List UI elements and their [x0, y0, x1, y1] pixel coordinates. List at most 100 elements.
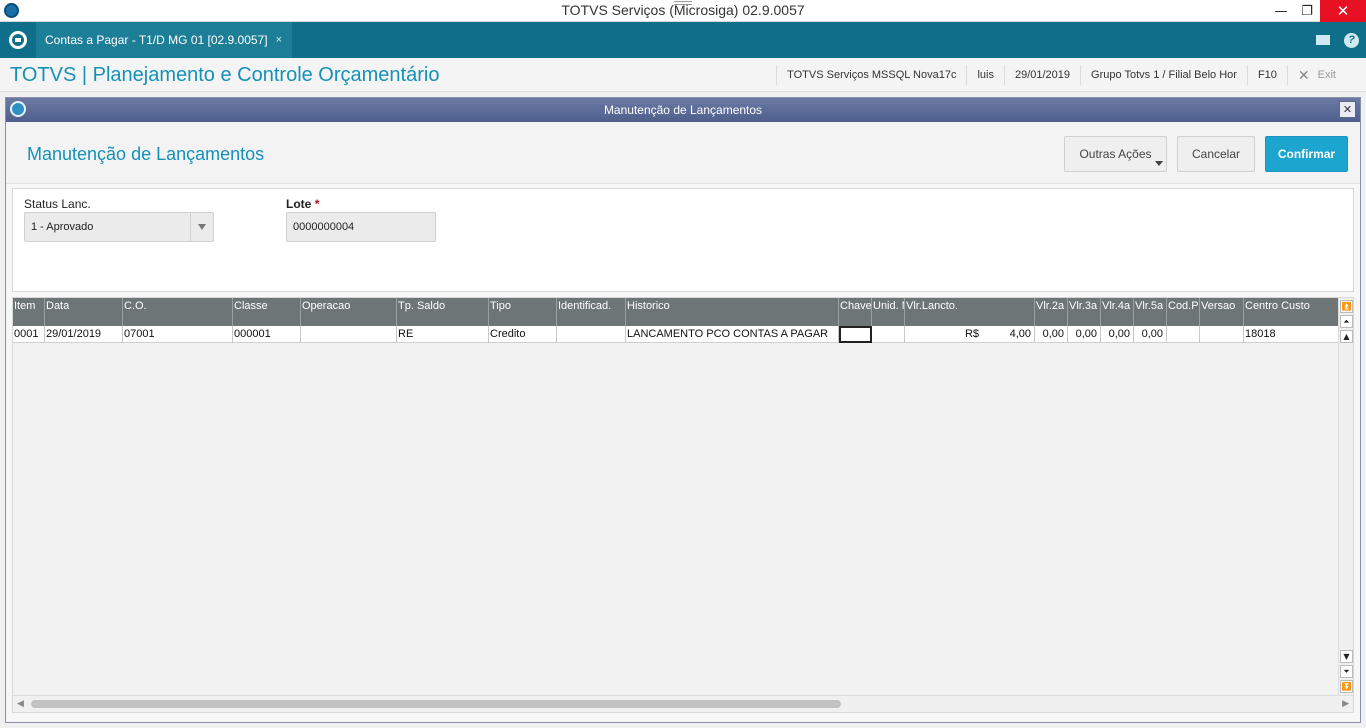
col-header[interactable]: Vlr.5a: [1134, 298, 1167, 326]
mail-icon: [1315, 35, 1330, 45]
dialog-manutencao-lancamentos: Manutenção de Lançamentos ✕ Manutenção d…: [5, 97, 1361, 723]
cell-co[interactable]: 07001: [123, 326, 233, 343]
exit-icon: ✕: [1297, 66, 1310, 83]
mail-button[interactable]: [1308, 22, 1337, 58]
app-header: TOTVS | Planejamento e Controle Orçament…: [0, 58, 1366, 92]
lancamentos-grid[interactable]: Item Data C.O. Classe Operacao Tp. Saldo…: [12, 297, 1354, 713]
window-controls: — ❐ ✕: [1268, 0, 1366, 22]
cell-versao[interactable]: [1200, 326, 1244, 343]
col-header[interactable]: Operacao: [301, 298, 397, 326]
horizontal-scroll-thumb[interactable]: [31, 700, 841, 708]
col-header[interactable]: C.O.: [123, 298, 233, 326]
cell-historico[interactable]: LANCAMENTO PCO CONTAS A PAGAR: [626, 326, 839, 343]
dialog-close-button[interactable]: ✕: [1339, 101, 1356, 118]
col-header[interactable]: Vlr.4a: [1101, 298, 1134, 326]
cell-data[interactable]: 29/01/2019: [45, 326, 123, 343]
dropdown-arrow[interactable]: [190, 213, 213, 241]
col-header[interactable]: Vlr.Lancto.: [905, 298, 1035, 326]
scroll-top-icon[interactable]: ⏫: [1340, 300, 1353, 313]
cell-tipo[interactable]: Credito: [489, 326, 557, 343]
col-header[interactable]: Versao: [1200, 298, 1244, 326]
scroll-bottom-icon[interactable]: ⏬: [1340, 680, 1353, 693]
app-tabbar: Contas a Pagar - T1/D MG 01 [02.9.0057] …: [0, 22, 1366, 58]
col-header[interactable]: Classe: [233, 298, 301, 326]
cancel-button[interactable]: Cancelar: [1177, 136, 1255, 172]
minimize-button[interactable]: —: [1268, 0, 1294, 22]
confirm-button[interactable]: Confirmar: [1265, 136, 1348, 172]
cell-vlr-3a[interactable]: 0,00: [1068, 326, 1101, 343]
scroll-page-down-icon[interactable]: ⏷: [1340, 665, 1353, 678]
col-header[interactable]: Item: [13, 298, 45, 326]
col-header[interactable]: Cod.Pl: [1167, 298, 1200, 326]
app-title: TOTVS | Planejamento e Controle Orçament…: [10, 64, 440, 86]
branch-label[interactable]: Grupo Totvs 1 / Filial Belo Hor: [1080, 65, 1247, 85]
status-select[interactable]: 1 - Aprovado: [24, 212, 214, 242]
col-header[interactable]: Vlr.2a: [1035, 298, 1068, 326]
user-label: luis: [966, 65, 1004, 85]
scroll-up-icon[interactable]: ▲: [1340, 330, 1353, 343]
cell-tp-saldo[interactable]: RE: [397, 326, 489, 343]
col-header[interactable]: Vlr.3a: [1068, 298, 1101, 326]
cell-vlr-5a[interactable]: 0,00: [1134, 326, 1167, 343]
horizontal-scrollbar[interactable]: ◀ ▶: [13, 695, 1353, 712]
lote-label-text: Lote: [286, 197, 312, 211]
window-title: TOTVS Serviços (Microsiga) 02.9.0057: [561, 2, 805, 18]
status-select-value: 1 - Aprovado: [31, 221, 94, 233]
cell-classe[interactable]: 000001: [233, 326, 301, 343]
cell-chave-selected[interactable]: [839, 326, 872, 343]
scroll-down-icon[interactable]: ▼: [1340, 650, 1353, 663]
cell-cod-pl[interactable]: [1167, 326, 1200, 343]
tab-label: Contas a Pagar - T1/D MG 01 [02.9.0057]: [45, 33, 268, 47]
cell-vlr-lancto[interactable]: R$ 4,00: [905, 326, 1035, 343]
maximize-button[interactable]: ❐: [1294, 0, 1320, 22]
cell-vlr-4a[interactable]: 0,00: [1101, 326, 1134, 343]
dialog-title: Manutenção de Lançamentos: [603, 103, 763, 117]
required-marker: *: [314, 197, 320, 211]
col-header[interactable]: Data: [45, 298, 123, 326]
dialog-titlebar: Manutenção de Lançamentos ✕: [6, 98, 1360, 122]
scroll-page-up-icon[interactable]: ⏶: [1340, 315, 1353, 328]
col-header[interactable]: Historico: [626, 298, 839, 326]
cell-unid[interactable]: [872, 326, 905, 343]
exit-label: Exit: [1317, 69, 1336, 81]
dialog-header: Manutenção de Lançamentos Outras Ações C…: [6, 122, 1360, 184]
cell-vlr-2a[interactable]: 0,00: [1035, 326, 1068, 343]
col-header[interactable]: Identificad.: [557, 298, 626, 326]
tabbar-actions: ?: [1308, 22, 1366, 58]
vertical-scrollbar[interactable]: ⏫ ⏶ ▲ ▼ ⏷ ⏬: [1338, 298, 1353, 696]
tab-close-icon[interactable]: ×: [276, 34, 282, 46]
grid-viewport: Item Data C.O. Classe Operacao Tp. Saldo…: [13, 298, 1338, 696]
chevron-down-icon: [1155, 161, 1163, 166]
form-panel: Status Lanc. 1 - Aprovado Lote * 0000000…: [12, 188, 1354, 292]
grid-header: Item Data C.O. Classe Operacao Tp. Saldo…: [13, 298, 1338, 326]
col-header[interactable]: Tipo: [489, 298, 557, 326]
col-header[interactable]: Chave: [839, 298, 872, 326]
outras-acoes-label: Outras Ações: [1079, 147, 1152, 161]
environment-label: TOTVS Serviços MSSQL Nova17c: [776, 65, 966, 85]
session-info: TOTVS Serviços MSSQL Nova17c luis 29/01/…: [776, 58, 1366, 92]
lote-input[interactable]: 0000000004: [286, 212, 436, 242]
totvs-logo-icon[interactable]: [9, 31, 27, 49]
col-header[interactable]: Unid. M: [872, 298, 905, 326]
lote-label: Lote *: [286, 197, 319, 211]
date-label: 29/01/2019: [1003, 65, 1080, 85]
col-header[interactable]: Centro Custo: [1244, 298, 1338, 326]
col-header[interactable]: Tp. Saldo: [397, 298, 489, 326]
status-label: Status Lanc.: [24, 197, 91, 211]
chevron-down-icon: [198, 224, 206, 230]
tab-contas-a-pagar[interactable]: Contas a Pagar - T1/D MG 01 [02.9.0057] …: [36, 22, 293, 58]
cell-operacao[interactable]: [301, 326, 397, 343]
scroll-left-icon[interactable]: ◀: [17, 699, 24, 709]
cell-identificad[interactable]: [557, 326, 626, 343]
exit-button[interactable]: ✕ Exit: [1286, 65, 1366, 85]
table-row[interactable]: 0001 29/01/2019 07001 000001 RE Credito …: [13, 326, 1338, 343]
scroll-right-icon[interactable]: ▶: [1342, 699, 1349, 709]
cell-item[interactable]: 0001: [13, 326, 45, 343]
help-button[interactable]: ?: [1337, 22, 1366, 58]
outras-acoes-button[interactable]: Outras Ações: [1064, 136, 1167, 172]
shortcut-f10[interactable]: F10: [1246, 65, 1287, 85]
close-window-button[interactable]: ✕: [1320, 0, 1366, 22]
page-title: Manutenção de Lançamentos: [27, 144, 265, 164]
cell-centro-custo[interactable]: 18018: [1244, 326, 1338, 343]
help-icon: ?: [1344, 32, 1359, 48]
